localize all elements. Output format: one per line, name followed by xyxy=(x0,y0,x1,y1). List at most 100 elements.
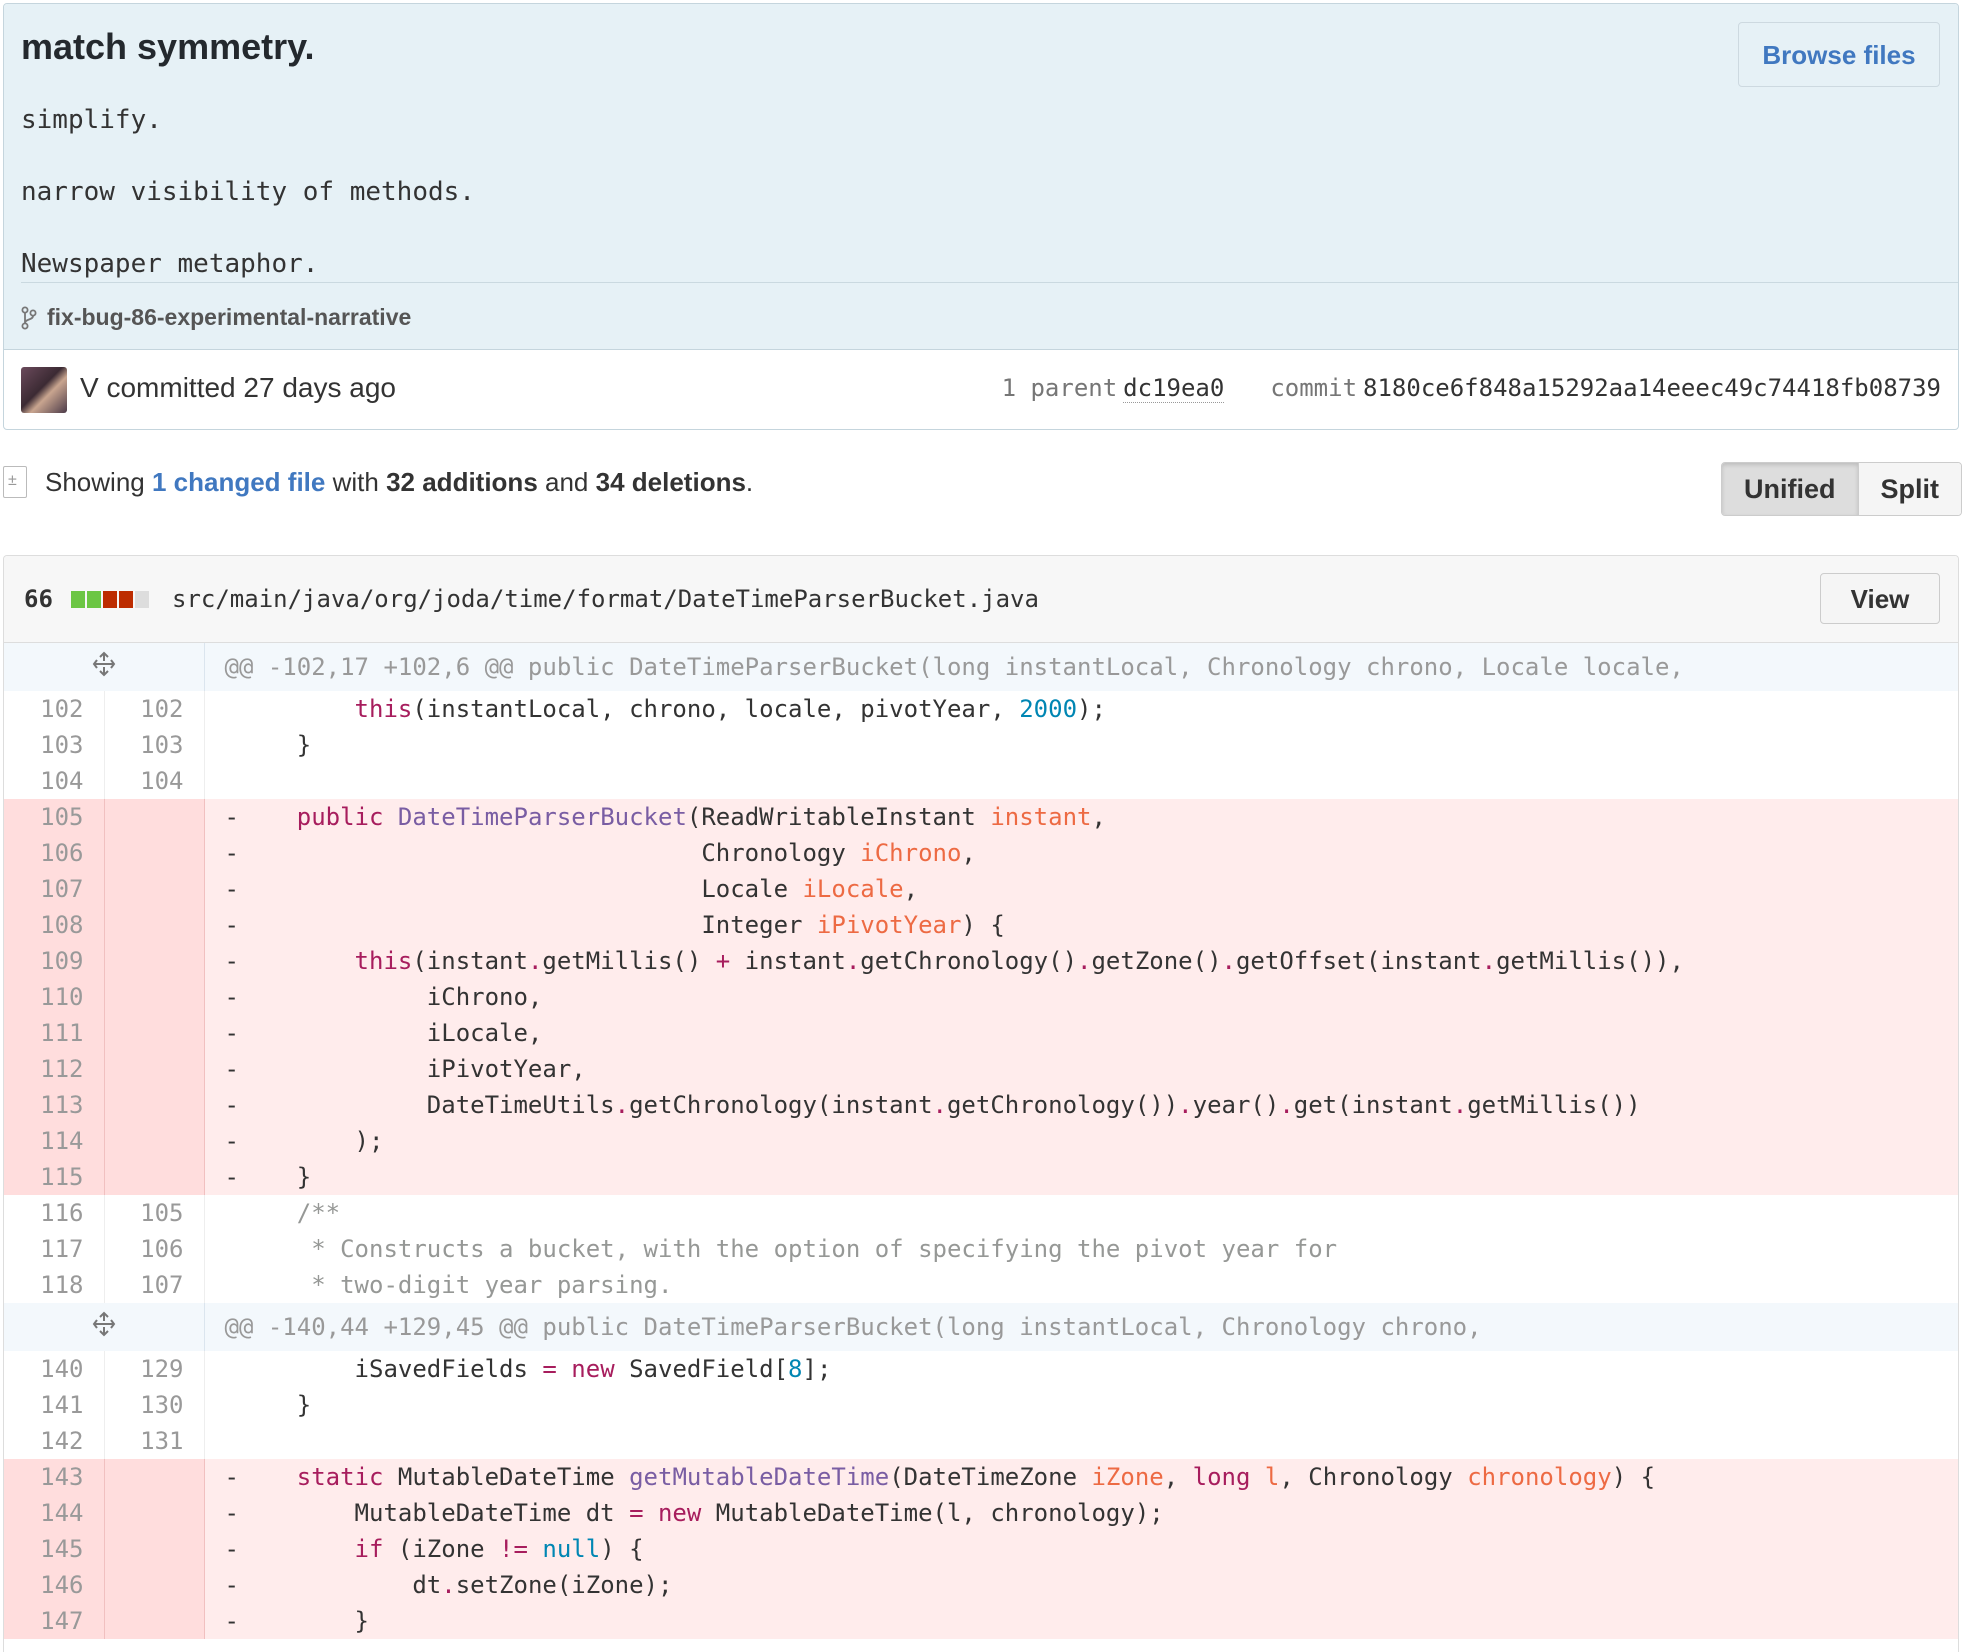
deleted-line: 145 - if (iZone != null) { xyxy=(4,1531,1958,1567)
old-line-number[interactable]: 105 xyxy=(4,799,105,835)
context-line: 140 129 iSavedFields = new SavedField[8]; xyxy=(4,1351,1958,1387)
old-line-number[interactable]: 108 xyxy=(4,907,105,943)
old-line-number[interactable]: 102 xyxy=(4,691,105,727)
new-line-number[interactable] xyxy=(104,799,205,835)
context-line: 104 104 xyxy=(4,763,1958,799)
old-line-number[interactable]: 140 xyxy=(4,1351,105,1387)
new-line-number[interactable]: 106 xyxy=(104,1231,205,1267)
old-line-number[interactable]: 104 xyxy=(4,763,105,799)
old-line-number[interactable]: 147 xyxy=(4,1603,105,1639)
parent-sha-link[interactable]: dc19ea0 xyxy=(1123,374,1225,403)
commit-description-line: simplify. xyxy=(21,105,162,135)
deleted-line: 109 - this(instant.getMillis() + instant.… xyxy=(4,943,1958,979)
changed-files-link[interactable]: 1 changed file xyxy=(152,467,325,498)
code-line: } xyxy=(224,1391,312,1419)
code-line: - iLocale, xyxy=(204,1015,1958,1051)
parent-label: 1 parent xyxy=(1001,374,1118,402)
new-line-number[interactable]: 102 xyxy=(104,691,205,727)
code-line: * Constructs a bucket, with the option o… xyxy=(224,1235,1338,1263)
author-name[interactable]: V xyxy=(80,372,99,403)
new-line-number[interactable] xyxy=(104,907,205,943)
old-line-number[interactable]: 116 xyxy=(4,1195,105,1231)
file-diff-icon: ± xyxy=(3,466,27,498)
old-line-number[interactable]: 118 xyxy=(4,1267,105,1303)
unfold-icon[interactable] xyxy=(4,1303,205,1351)
deleted-line: 144 - MutableDateTime dt = new MutableDat… xyxy=(4,1495,1958,1531)
branch-name: fix-bug-86-experimental-narrative xyxy=(47,304,412,330)
old-line-number[interactable]: 143 xyxy=(4,1459,105,1495)
new-line-number[interactable] xyxy=(104,1567,205,1603)
old-line-number[interactable]: 103 xyxy=(4,727,105,763)
context-line: 141 130 } xyxy=(4,1387,1958,1423)
diffstat-block xyxy=(71,591,85,608)
browse-files-button[interactable]: Browse files xyxy=(1738,22,1940,87)
old-line-number[interactable]: 145 xyxy=(4,1531,105,1567)
deletions-count: 34 deletions xyxy=(595,466,746,497)
new-line-number[interactable] xyxy=(104,871,205,907)
diff-view-toggle: Unified Split xyxy=(1721,462,1962,516)
old-line-number[interactable]: 107 xyxy=(4,871,105,907)
file-path[interactable]: src/main/java/org/joda/time/format/DateT… xyxy=(172,585,1039,613)
context-line: 102 102 this(instantLocal, chrono, locale… xyxy=(4,691,1958,727)
old-line-number[interactable]: 141 xyxy=(4,1387,105,1423)
commit-box: match symmetry. simplify. narrow visibil… xyxy=(3,3,1959,430)
deleted-line: 112 - iPivotYear, xyxy=(4,1051,1958,1087)
new-line-number[interactable] xyxy=(104,1495,205,1531)
new-line-number[interactable] xyxy=(104,979,205,1015)
code-line xyxy=(204,1423,1958,1459)
hunk-text: @@ -102,17 +102,6 @@ public DateTimePars… xyxy=(203,643,1958,691)
new-line-number[interactable]: 130 xyxy=(104,1387,205,1423)
unified-button[interactable]: Unified xyxy=(1722,463,1859,515)
new-line-number[interactable]: 131 xyxy=(104,1423,205,1459)
code-line: - ); xyxy=(204,1123,1958,1159)
old-line-number[interactable]: 114 xyxy=(4,1123,105,1159)
code-line: - Integer iPivotYear) { xyxy=(204,907,1958,943)
context-line: 103 103 } xyxy=(4,727,1958,763)
unfold-icon[interactable] xyxy=(4,643,205,691)
split-button[interactable]: Split xyxy=(1858,463,1961,515)
new-line-number[interactable]: 107 xyxy=(104,1267,205,1303)
code-line: - if (iZone != null) { xyxy=(204,1531,1958,1567)
old-line-number[interactable]: 110 xyxy=(4,979,105,1015)
new-line-number[interactable] xyxy=(104,1087,205,1123)
new-line-number[interactable] xyxy=(104,1603,205,1639)
deleted-line: 107 - Locale iLocale, xyxy=(4,871,1958,907)
old-line-number[interactable]: 146 xyxy=(4,1567,105,1603)
new-line-number[interactable] xyxy=(104,1459,205,1495)
code-line: - static MutableDateTime getMutableDateT… xyxy=(204,1459,1958,1495)
old-line-number[interactable]: 117 xyxy=(4,1231,105,1267)
new-line-number[interactable] xyxy=(104,943,205,979)
old-line-number[interactable]: 106 xyxy=(4,835,105,871)
new-line-number[interactable] xyxy=(104,1531,205,1567)
old-line-number[interactable]: 142 xyxy=(4,1423,105,1459)
view-file-button[interactable]: View xyxy=(1820,573,1940,624)
avatar[interactable] xyxy=(21,367,67,413)
new-line-number[interactable]: 105 xyxy=(104,1195,205,1231)
divider xyxy=(21,282,1958,283)
new-line-number[interactable]: 129 xyxy=(104,1351,205,1387)
deleted-line: 146 - dt.setZone(iZone); xyxy=(4,1567,1958,1603)
commit-title: match symmetry. xyxy=(21,26,315,67)
new-line-number[interactable]: 104 xyxy=(104,763,205,799)
old-line-number[interactable]: 113 xyxy=(4,1087,105,1123)
old-line-number[interactable]: 109 xyxy=(4,943,105,979)
context-line: 117 106 * Constructs a bucket, with the o… xyxy=(4,1231,1958,1267)
context-line: 118 107 * two-digit year parsing. xyxy=(4,1267,1958,1303)
old-line-number[interactable]: 115 xyxy=(4,1159,105,1195)
new-line-number[interactable]: 103 xyxy=(104,727,205,763)
new-line-number[interactable] xyxy=(104,835,205,871)
new-line-number[interactable] xyxy=(104,1051,205,1087)
old-line-number[interactable]: 111 xyxy=(4,1015,105,1051)
new-line-number[interactable] xyxy=(104,1015,205,1051)
old-line-number[interactable]: 144 xyxy=(4,1495,105,1531)
additions-count: 32 additions xyxy=(386,466,538,497)
new-line-number[interactable] xyxy=(104,1159,205,1195)
deleted-line: 106 - Chronology iChrono, xyxy=(4,835,1958,871)
new-line-number[interactable] xyxy=(104,1123,205,1159)
branch-label[interactable]: fix-bug-86-experimental-narrative xyxy=(21,304,411,331)
deleted-line: 147 - } xyxy=(4,1603,1958,1639)
commit-description: simplify. narrow visibility of methods. … xyxy=(21,84,475,300)
context-line: 142 131 xyxy=(4,1423,1958,1459)
deleted-line: 114 - ); xyxy=(4,1123,1958,1159)
old-line-number[interactable]: 112 xyxy=(4,1051,105,1087)
